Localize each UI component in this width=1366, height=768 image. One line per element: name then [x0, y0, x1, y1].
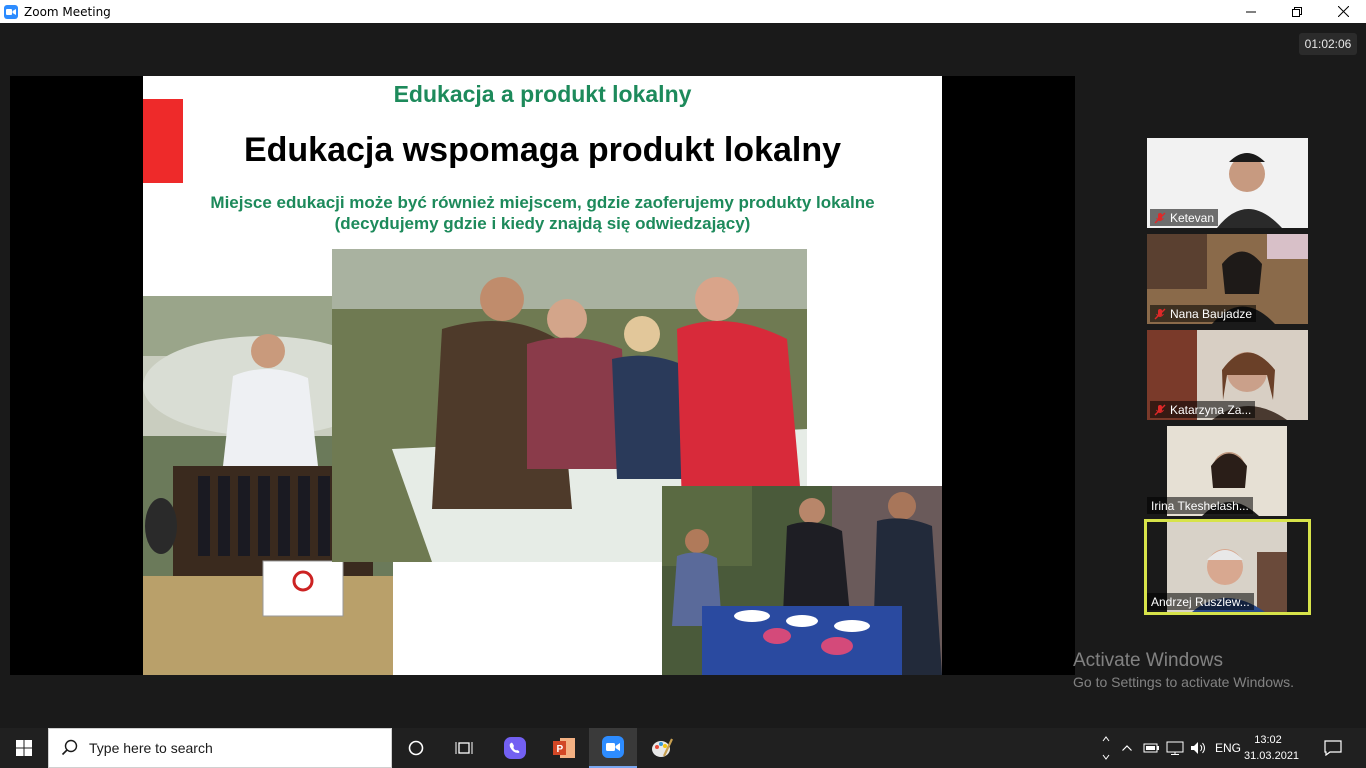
- zoom-taskbar-button[interactable]: [589, 728, 637, 768]
- svg-text:P: P: [557, 744, 564, 755]
- participant-name: Katarzyna Za...: [1170, 402, 1252, 417]
- paint-taskbar-button[interactable]: [638, 728, 686, 768]
- watermark-title: Activate Windows: [1073, 650, 1223, 671]
- participant-name: Irina Tkeshelash...: [1151, 498, 1249, 513]
- clock-time: 13:02: [1254, 734, 1282, 746]
- notifications-icon: [1324, 740, 1342, 756]
- task-view-button[interactable]: [440, 728, 488, 768]
- windows-logo-icon: [16, 740, 32, 756]
- start-button[interactable]: [0, 728, 48, 768]
- taskbar-search-box[interactable]: Type here to search: [48, 728, 392, 768]
- presentation-slide: Edukacja a produkt lokalny Edukacja wspo…: [143, 76, 942, 675]
- muted-mic-icon: [1154, 404, 1166, 415]
- participant-tile[interactable]: Nana Baujadze: [1147, 234, 1308, 324]
- paint-icon: [652, 738, 673, 757]
- volume-icon: [1191, 742, 1205, 754]
- restore-button[interactable]: [1274, 0, 1320, 23]
- participant-name-tag: Nana Baujadze: [1150, 305, 1257, 322]
- show-hidden-icons-button[interactable]: [1118, 728, 1136, 768]
- title-bar: Zoom Meeting: [0, 0, 1366, 23]
- zoom-icon: [602, 736, 624, 758]
- slide-subtitle: Miejsce edukacji może być również miejsc…: [143, 192, 942, 234]
- participant-name-tag: Ketevan: [1150, 209, 1219, 226]
- restore-icon: [1292, 6, 1302, 17]
- slide-header: Edukacja a produkt lokalny: [393, 81, 692, 107]
- photo-food-market: [662, 486, 942, 675]
- meeting-timer: 01:02:06: [1299, 33, 1357, 55]
- slide-subtitle-line1: Miejsce edukacji może być również miejsc…: [210, 193, 875, 212]
- minimize-icon: [1246, 11, 1256, 12]
- network-tray-button[interactable]: [1164, 728, 1186, 768]
- taskbar-clock[interactable]: 13:02 31.03.2021: [1244, 732, 1300, 764]
- clock-date: 31.03.2021: [1244, 750, 1300, 762]
- participant-name: Andrzej Ruszlew...: [1151, 594, 1250, 609]
- action-center-button[interactable]: [1318, 728, 1348, 768]
- network-icon: [1166, 741, 1184, 755]
- participant-tile[interactable]: Irina Tkeshelash...: [1147, 426, 1308, 516]
- participant-name: Ketevan: [1170, 210, 1215, 225]
- watermark-subtitle: Go to Settings to activate Windows.: [1073, 674, 1294, 690]
- slide-headline: Edukacja wspomaga produkt lokalny: [243, 131, 842, 169]
- active-speaker-tile[interactable]: Andrzej Ruszlew...: [1144, 519, 1311, 615]
- meeting-view: 01:02:06 Edukacja a produkt lokalny Eduk…: [0, 23, 1366, 718]
- muted-mic-icon: [1154, 308, 1166, 319]
- battery-tray-button[interactable]: [1140, 728, 1162, 768]
- zoom-app-icon: [4, 4, 18, 19]
- participant-tile[interactable]: Katarzyna Za...: [1147, 330, 1308, 420]
- muted-mic-icon: [1154, 212, 1166, 223]
- participant-name: Nana Baujadze: [1170, 306, 1253, 321]
- slide-subtitle-line2: (decydujemy gdzie i kiedy znajdą się odw…: [334, 214, 751, 233]
- participant-name-tag: Irina Tkeshelash...: [1147, 497, 1253, 514]
- taskbar: Type here to search P ENG 13:02 31.03.20…: [0, 728, 1366, 768]
- volume-tray-button[interactable]: [1188, 728, 1210, 768]
- task-view-icon: [455, 742, 473, 754]
- participant-name-tag: Andrzej Ruszlew...: [1147, 593, 1254, 610]
- participant-tile[interactable]: Ketevan: [1147, 138, 1308, 228]
- input-language-button[interactable]: ENG: [1212, 728, 1244, 768]
- screen-share-area[interactable]: Edukacja a produkt lokalny Edukacja wspo…: [10, 76, 1075, 675]
- viber-taskbar-button[interactable]: [491, 728, 539, 768]
- powerpoint-icon: P: [553, 738, 575, 758]
- viber-icon: [504, 737, 526, 759]
- cortana-icon: [408, 740, 424, 756]
- close-button[interactable]: [1320, 0, 1366, 23]
- scroll-arrows-icon: [1102, 736, 1110, 760]
- search-placeholder: Type here to search: [89, 740, 213, 756]
- battery-icon: [1143, 743, 1159, 753]
- minimize-button[interactable]: [1228, 0, 1274, 23]
- cortana-button[interactable]: [392, 728, 440, 768]
- chevron-up-icon: [1122, 745, 1132, 751]
- participant-name-tag: Katarzyna Za...: [1150, 401, 1256, 418]
- close-icon: [1337, 6, 1349, 17]
- search-icon: [61, 739, 78, 756]
- activate-windows-watermark: Activate Windows Go to Settings to activ…: [1073, 650, 1294, 690]
- window-title: Zoom Meeting: [24, 4, 111, 19]
- tray-scroll[interactable]: [1098, 728, 1114, 768]
- powerpoint-taskbar-button[interactable]: P: [540, 728, 588, 768]
